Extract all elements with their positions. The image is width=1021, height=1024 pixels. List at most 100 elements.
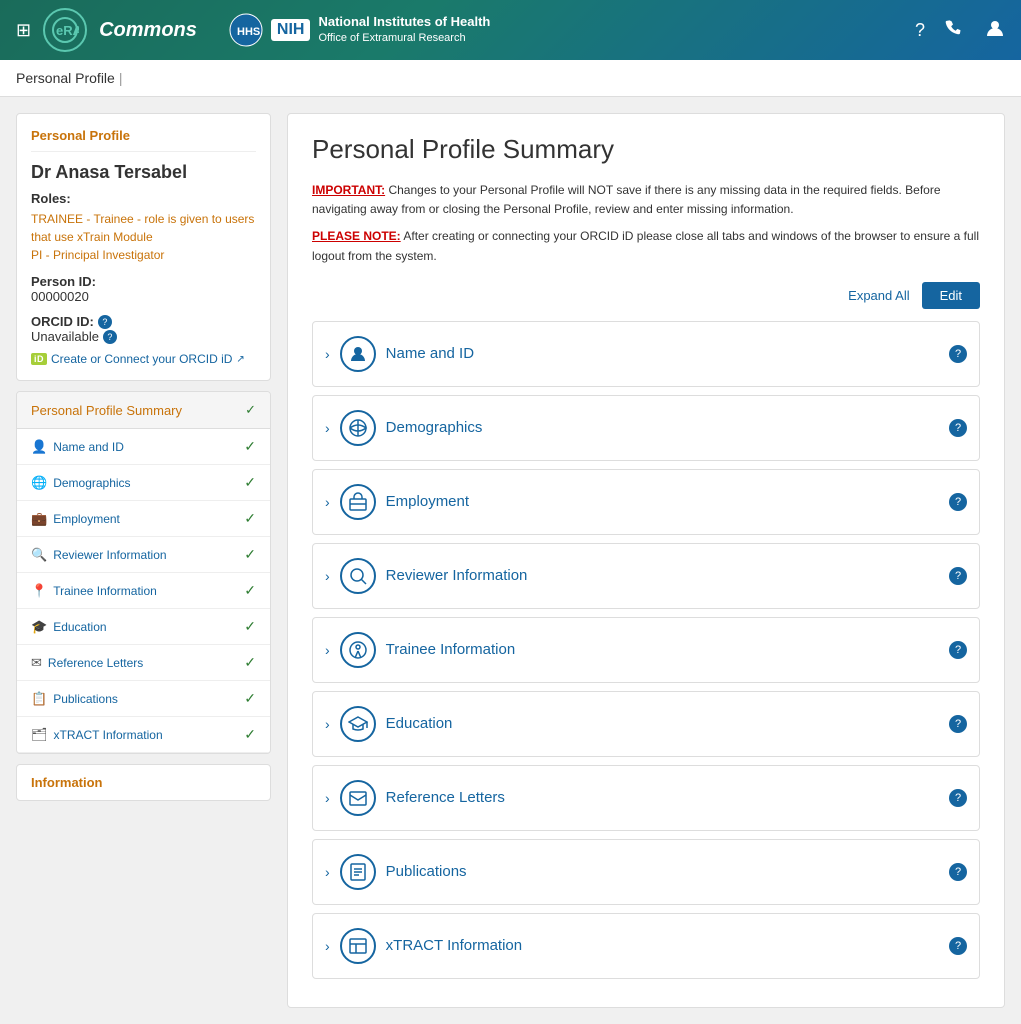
section-help-reviewer-info[interactable]: ? bbox=[949, 567, 967, 585]
grid-icon[interactable]: ⊞ bbox=[16, 20, 31, 41]
chevron-xtract: › bbox=[325, 938, 330, 954]
nih-badge: NIH bbox=[271, 19, 311, 41]
nav-label-employment: Employment bbox=[53, 512, 120, 526]
nav-icon-reference-letters: ✉ bbox=[31, 655, 42, 671]
app-header: ⊞ eRA Commons HHS NIH National Institute… bbox=[0, 0, 1021, 60]
nav-item-demographics[interactable]: 🌐 Demographics ✓ bbox=[17, 465, 270, 501]
section-help-employment[interactable]: ? bbox=[949, 493, 967, 511]
nav-header: Personal Profile Summary ✓ bbox=[17, 392, 270, 429]
nav-item-reviewer-info[interactable]: 🔍 Reviewer Information ✓ bbox=[17, 537, 270, 573]
section-help-education[interactable]: ? bbox=[949, 715, 967, 733]
sidebar: Personal Profile Dr Anasa Tersabel Roles… bbox=[16, 113, 271, 1008]
nav-item-education[interactable]: 🎓 Education ✓ bbox=[17, 609, 270, 645]
breadcrumb-label: Personal Profile bbox=[16, 70, 115, 86]
chevron-reviewer-info: › bbox=[325, 568, 330, 584]
section-education[interactable]: › Education ? bbox=[312, 691, 980, 757]
important-label: IMPORTANT: bbox=[312, 183, 385, 197]
nav-item-reference-letters[interactable]: ✉ Reference Letters ✓ bbox=[17, 645, 270, 681]
orcid-field: ORCID ID: ? Unavailable ? bbox=[31, 314, 256, 344]
nav-check-demographics: ✓ bbox=[244, 474, 256, 491]
chevron-trainee-info: › bbox=[325, 642, 330, 658]
nav-check-reference-letters: ✓ bbox=[244, 654, 256, 671]
section-help-xtract[interactable]: ? bbox=[949, 937, 967, 955]
orcid-value: Unavailable bbox=[31, 329, 99, 344]
orcid-help-icon[interactable]: ? bbox=[98, 315, 112, 329]
section-publications[interactable]: › Publications ? bbox=[312, 839, 980, 905]
section-icon-reference-letters bbox=[340, 780, 376, 816]
app-name: Commons bbox=[99, 19, 197, 42]
chevron-employment: › bbox=[325, 494, 330, 510]
orcid-unavailable-help-icon[interactable]: ? bbox=[103, 330, 117, 344]
nav-check-xtract: ✓ bbox=[244, 726, 256, 743]
please-note-label: PLEASE NOTE: bbox=[312, 229, 401, 243]
section-icon-reviewer-info bbox=[340, 558, 376, 594]
section-label-reviewer-info: Reviewer Information bbox=[386, 567, 528, 584]
section-help-trainee-info[interactable]: ? bbox=[949, 641, 967, 659]
expand-row: Expand All Edit bbox=[312, 282, 980, 309]
orcid-label: ORCID ID: bbox=[31, 314, 94, 329]
page-title: Personal Profile Summary bbox=[312, 134, 980, 165]
section-label-reference-letters: Reference Letters bbox=[386, 789, 505, 806]
nav-item-employment[interactable]: 💼 Employment ✓ bbox=[17, 501, 270, 537]
info-card-title: Information bbox=[31, 775, 256, 790]
nav-icon-demographics: 🌐 bbox=[31, 475, 47, 491]
profile-name: Dr Anasa Tersabel bbox=[31, 162, 256, 183]
section-employment[interactable]: › Employment ? bbox=[312, 469, 980, 535]
nav-label-publications: Publications bbox=[53, 692, 118, 706]
orcid-create-link[interactable]: Create or Connect your ORCID iD bbox=[51, 352, 232, 366]
please-note-message: PLEASE NOTE: After creating or connectin… bbox=[312, 227, 980, 265]
breadcrumb: Personal Profile | bbox=[0, 60, 1021, 97]
section-icon-xtract bbox=[340, 928, 376, 964]
section-label-employment: Employment bbox=[386, 493, 469, 510]
expand-all-link[interactable]: Expand All bbox=[848, 288, 909, 303]
please-note-text: After creating or connecting your ORCID … bbox=[312, 229, 979, 262]
main-content: Personal Profile Summary IMPORTANT: Chan… bbox=[287, 113, 1005, 1008]
user-icon[interactable] bbox=[985, 18, 1005, 43]
main-layout: Personal Profile Dr Anasa Tersabel Roles… bbox=[0, 97, 1021, 1024]
nav-label-reference-letters: Reference Letters bbox=[48, 656, 143, 670]
nav-icon-trainee-info: 📍 bbox=[31, 583, 47, 599]
nav-item-trainee-info[interactable]: 📍 Trainee Information ✓ bbox=[17, 573, 270, 609]
help-icon[interactable]: ? bbox=[915, 20, 925, 41]
section-reference-letters[interactable]: › Reference Letters ? bbox=[312, 765, 980, 831]
important-text: Changes to your Personal Profile will NO… bbox=[312, 183, 941, 216]
nav-check-reviewer-info: ✓ bbox=[244, 546, 256, 563]
chevron-name-id: › bbox=[325, 346, 330, 362]
section-icon-education bbox=[340, 706, 376, 742]
nav-icon-xtract: 🗂 bbox=[31, 727, 48, 743]
phone-icon[interactable] bbox=[945, 18, 965, 43]
section-trainee-info[interactable]: › Trainee Information ? bbox=[312, 617, 980, 683]
section-help-publications[interactable]: ? bbox=[949, 863, 967, 881]
nav-check-trainee-info: ✓ bbox=[244, 582, 256, 599]
person-id-value: 00000020 bbox=[31, 289, 256, 304]
nav-card: Personal Profile Summary ✓ 👤 Name and ID… bbox=[16, 391, 271, 754]
nav-icon-publications: 📋 bbox=[31, 691, 47, 707]
orcid-row: ORCID ID: ? bbox=[31, 314, 256, 329]
nav-label-trainee-info: Trainee Information bbox=[53, 584, 157, 598]
orcid-link-row: iD Create or Connect your ORCID iD ↗ bbox=[31, 352, 256, 366]
chevron-education: › bbox=[325, 716, 330, 732]
section-label-demographics: Demographics bbox=[386, 419, 483, 436]
header-right: ? bbox=[915, 18, 1005, 43]
section-name-id[interactable]: › Name and ID ? bbox=[312, 321, 980, 387]
nav-header-label: Personal Profile Summary bbox=[31, 403, 182, 418]
section-help-reference-letters[interactable]: ? bbox=[949, 789, 967, 807]
nav-item-xtract[interactable]: 🗂 xTRACT Information ✓ bbox=[17, 717, 270, 753]
nav-item-name-id[interactable]: 👤 Name and ID ✓ bbox=[17, 429, 270, 465]
cera-logo: eRA bbox=[43, 8, 87, 52]
nav-icon-name-id: 👤 bbox=[31, 439, 47, 455]
nav-check-name-id: ✓ bbox=[244, 438, 256, 455]
section-help-demographics[interactable]: ? bbox=[949, 419, 967, 437]
nav-item-publications[interactable]: 📋 Publications ✓ bbox=[17, 681, 270, 717]
nav-label-demographics: Demographics bbox=[53, 476, 130, 490]
section-icon-publications bbox=[340, 854, 376, 890]
nav-check-icon: ✓ bbox=[245, 402, 256, 418]
nav-label-reviewer-info: Reviewer Information bbox=[53, 548, 166, 562]
nav-label-name-id: Name and ID bbox=[53, 440, 124, 454]
section-help-name-id[interactable]: ? bbox=[949, 345, 967, 363]
section-demographics[interactable]: › Demographics ? bbox=[312, 395, 980, 461]
edit-button[interactable]: Edit bbox=[922, 282, 980, 309]
svg-text:eRA: eRA bbox=[56, 23, 79, 38]
section-xtract[interactable]: › xTRACT Information ? bbox=[312, 913, 980, 979]
section-reviewer-info[interactable]: › Reviewer Information ? bbox=[312, 543, 980, 609]
